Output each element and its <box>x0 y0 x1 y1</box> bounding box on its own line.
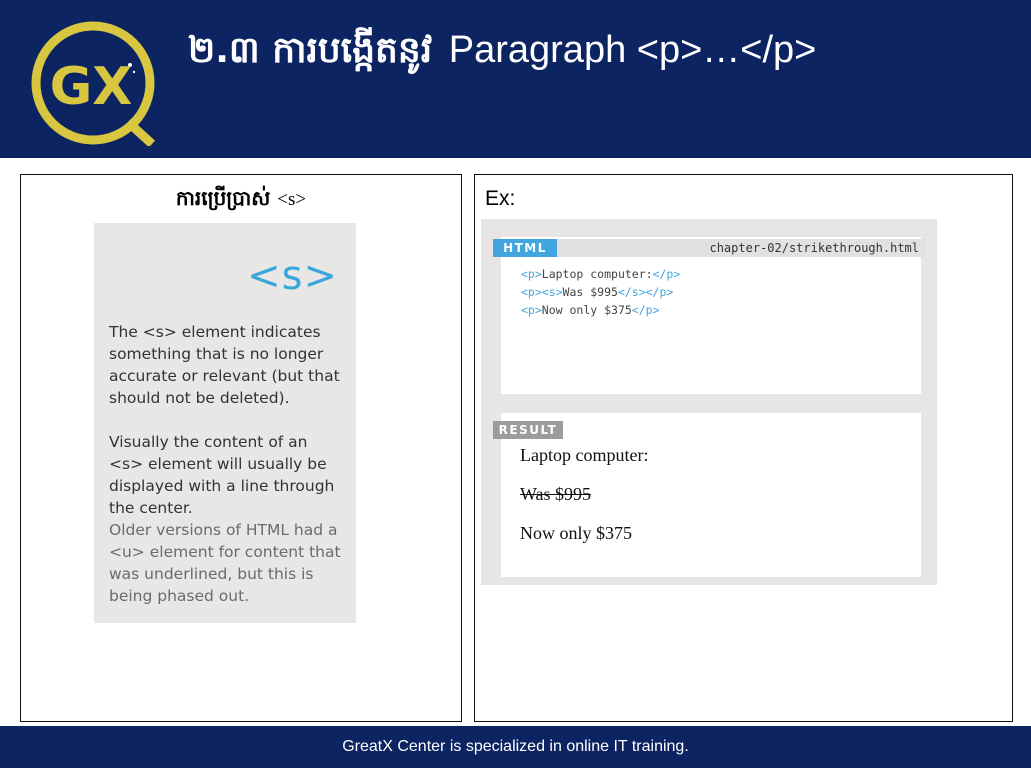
footer-text: GreatX Center is specialized in online I… <box>342 738 689 755</box>
filename: chapter-02/strikethrough.html <box>709 241 919 255</box>
code-line: <p>Laptop computer:</p> <box>521 267 681 281</box>
result-line-2-strikethrough: Was $995 <box>520 484 592 504</box>
html-bar: HTML chapter-02/strikethrough.html <box>493 239 925 257</box>
logo-text: GX <box>50 57 133 117</box>
left-panel: ការប្រើប្រាស់ <s> <s> The <s> element in… <box>20 174 462 722</box>
card-tag-heading: <s> <box>247 253 338 299</box>
page-title: ២.៣ ការបង្កើតនូវ Paragraph <p>…</p> <box>188 22 816 78</box>
card-paragraph-1: The <s> element indicates something that… <box>109 323 340 407</box>
footer: GreatX Center is specialized in online I… <box>0 726 1031 768</box>
result-line-3: Now only $375 <box>520 523 632 543</box>
page-title-english: Paragraph <p>…</p> <box>448 29 817 71</box>
card-paragraph-3: Older versions of HTML had a <u> element… <box>109 521 341 605</box>
result-line-1: Laptop computer: <box>520 445 649 465</box>
card-paragraph-2: Visually the content of an <s> element w… <box>109 433 335 517</box>
left-panel-title-text: ការប្រើប្រាស់ <box>175 186 271 210</box>
example-label: Ex: <box>485 187 516 210</box>
example-box: HTML chapter-02/strikethrough.html <p>La… <box>481 219 937 585</box>
header: GX ២.៣ ការបង្កើតនូវ Paragraph <p>…</p> <box>0 0 1031 158</box>
left-panel-title-tag: <s> <box>277 189 307 210</box>
left-panel-title: ការប្រើប្រាស់ <s> <box>21 185 461 215</box>
slide-content: ការប្រើប្រាស់ <s> <s> The <s> element in… <box>0 158 1031 726</box>
right-panel: Ex: HTML chapter-02/strikethrough.html <… <box>474 174 1013 722</box>
s-element-card: <s> The <s> element indicates something … <box>94 223 356 623</box>
code-line: <p>Now only $375</p> <box>521 303 660 317</box>
result-badge: RESULT <box>493 421 563 439</box>
page-title-khmer: ២.៣ ការបង្កើតនូវ <box>188 30 433 71</box>
greatx-logo: GX <box>31 21 156 146</box>
code-line: <p><s>Was $995</s></p> <box>521 285 674 299</box>
html-badge: HTML <box>493 239 557 257</box>
